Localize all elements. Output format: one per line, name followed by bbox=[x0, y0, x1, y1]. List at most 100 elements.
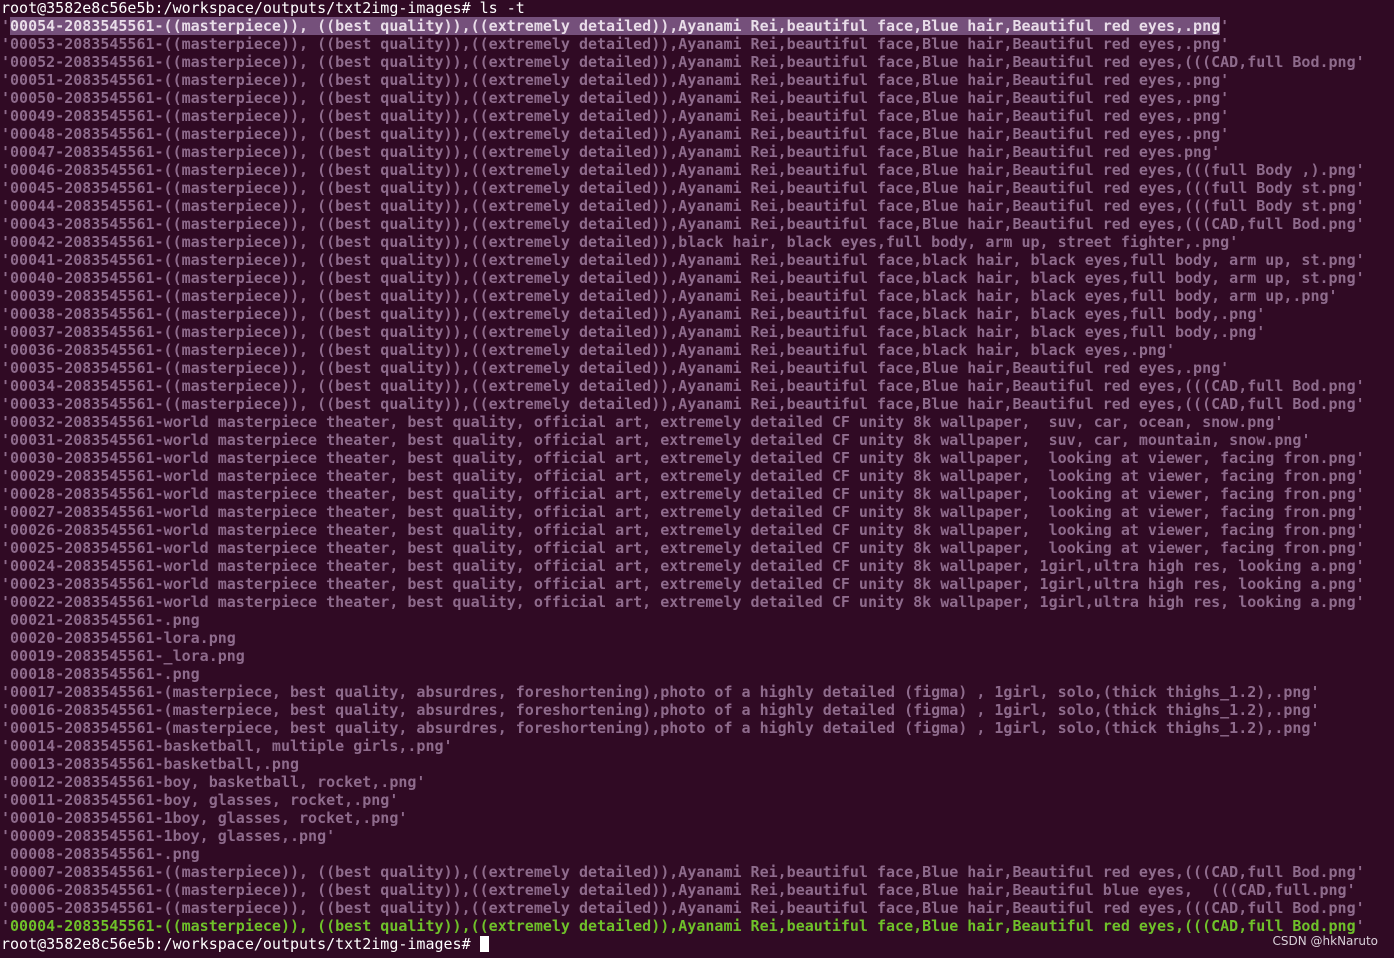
file-name[interactable]: 00021-2083545561-.png bbox=[10, 611, 200, 629]
quote-mark: ' bbox=[1, 773, 11, 791]
file-row: '00044-2083545561-((masterpiece)), ((bes… bbox=[0, 197, 1394, 215]
file-name[interactable]: 00041-2083545561-((masterpiece)), ((best… bbox=[10, 251, 1356, 269]
quote-mark: ' bbox=[1256, 323, 1266, 341]
quote-mark: ' bbox=[1, 179, 11, 197]
quote-mark: ' bbox=[1, 377, 11, 395]
quote-mark: ' bbox=[1, 737, 11, 755]
quote-mark: ' bbox=[1, 683, 11, 701]
file-name[interactable]: 00053-2083545561-((masterpiece)), ((best… bbox=[10, 35, 1220, 53]
file-name[interactable]: 00042-2083545561-((masterpiece)), ((best… bbox=[10, 233, 1229, 251]
quote-mark: ' bbox=[1, 233, 11, 251]
file-name[interactable]: 00046-2083545561-((masterpiece)), ((best… bbox=[10, 161, 1356, 179]
file-name[interactable]: 00045-2083545561-((masterpiece)), ((best… bbox=[10, 179, 1356, 197]
file-name[interactable]: 00020-2083545561-lora.png bbox=[10, 629, 236, 647]
file-name[interactable]: 00031-2083545561-world masterpiece theat… bbox=[10, 431, 1301, 449]
file-row: '00017-2083545561-(masterpiece, best qua… bbox=[0, 683, 1394, 701]
file-name[interactable]: 00048-2083545561-((masterpiece)), ((best… bbox=[10, 125, 1220, 143]
quote-mark: ' bbox=[1, 467, 11, 485]
quote-mark: ' bbox=[1, 593, 11, 611]
file-row: '00027-2083545561-world masterpiece thea… bbox=[0, 503, 1394, 521]
file-name[interactable]: 00037-2083545561-((masterpiece)), ((best… bbox=[10, 323, 1256, 341]
quote-mark: ' bbox=[1, 917, 11, 935]
file-name[interactable]: 00019-2083545561-_lora.png bbox=[10, 647, 245, 665]
quote-mark: ' bbox=[1, 899, 11, 917]
quote-mark: ' bbox=[1, 71, 11, 89]
file-name[interactable]: 00011-2083545561-boy, glasses, rocket,.p… bbox=[10, 791, 389, 809]
file-name[interactable]: 00034-2083545561-((masterpiece)), ((best… bbox=[10, 377, 1356, 395]
quote-mark: ' bbox=[1310, 719, 1320, 737]
file-row: '00023-2083545561-world masterpiece thea… bbox=[0, 575, 1394, 593]
file-row: '00006-2083545561-((masterpiece)), ((bes… bbox=[0, 881, 1394, 899]
quote-mark: ' bbox=[1, 413, 11, 431]
file-name[interactable]: 00039-2083545561-((masterpiece)), ((best… bbox=[10, 287, 1329, 305]
file-name[interactable]: 00016-2083545561-(masterpiece, best qual… bbox=[10, 701, 1310, 719]
file-name[interactable]: 00027-2083545561-world masterpiece theat… bbox=[10, 503, 1356, 521]
file-name[interactable]: 00040-2083545561-((masterpiece)), ((best… bbox=[10, 269, 1356, 287]
file-name[interactable]: 00008-2083545561-.png bbox=[10, 845, 200, 863]
file-name[interactable]: 00036-2083545561-((masterpiece)), ((best… bbox=[10, 341, 1166, 359]
file-row: '00009-2083545561-1boy, glasses,.png' bbox=[0, 827, 1394, 845]
terminal-window[interactable]: root@3582e8c56e5b:/workspace/outputs/txt… bbox=[0, 0, 1394, 958]
file-name[interactable]: 00033-2083545561-((masterpiece)), ((best… bbox=[10, 395, 1356, 413]
quote-mark: ' bbox=[1, 305, 11, 323]
file-row: '00051-2083545561-((masterpiece)), ((bes… bbox=[0, 71, 1394, 89]
file-row: '00010-2083545561-1boy, glasses, rocket,… bbox=[0, 809, 1394, 827]
command-text: ls -t bbox=[470, 0, 525, 17]
file-name[interactable]: 00014-2083545561-basketball, multiple gi… bbox=[10, 737, 443, 755]
quote-mark: ' bbox=[1, 161, 11, 179]
file-name[interactable]: 00025-2083545561-world masterpiece theat… bbox=[10, 539, 1356, 557]
file-listing: ' 00054-2083545561-((masterpiece)), ((bes… bbox=[0, 17, 1394, 935]
quote-mark: ' bbox=[1, 125, 11, 143]
file-name[interactable]: 00023-2083545561-world masterpiece theat… bbox=[10, 575, 1356, 593]
file-name[interactable]: 00049-2083545561-((masterpiece)), ((best… bbox=[10, 107, 1220, 125]
quote-mark: ' bbox=[1274, 413, 1284, 431]
file-name[interactable]: 00054-2083545561-((masterpiece)), ((best… bbox=[10, 17, 1221, 35]
file-row: '00029-2083545561-world masterpiece thea… bbox=[0, 467, 1394, 485]
file-name[interactable]: 00024-2083545561-world masterpiece theat… bbox=[10, 557, 1356, 575]
quote-mark: ' bbox=[1355, 395, 1365, 413]
file-name[interactable]: 00006-2083545561-((masterpiece)), ((best… bbox=[10, 881, 1347, 899]
file-name[interactable]: 00050-2083545561-((masterpiece)), ((best… bbox=[10, 89, 1220, 107]
file-name[interactable]: 00012-2083545561-boy, basketball, rocket… bbox=[10, 773, 416, 791]
file-name[interactable]: 00029-2083545561-world masterpiece theat… bbox=[10, 467, 1356, 485]
quote-mark: ' bbox=[1355, 503, 1365, 521]
quote-mark: ' bbox=[1, 863, 11, 881]
quote-mark: ' bbox=[1220, 125, 1230, 143]
file-name[interactable]: 00038-2083545561-((masterpiece)), ((best… bbox=[10, 305, 1256, 323]
file-name[interactable]: 00015-2083545561-(masterpiece, best qual… bbox=[10, 719, 1310, 737]
file-row: '00037-2083545561-((masterpiece)), ((bes… bbox=[0, 323, 1394, 341]
file-row: '00030-2083545561-world masterpiece thea… bbox=[0, 449, 1394, 467]
file-name[interactable]: 00022-2083545561-world masterpiece theat… bbox=[10, 593, 1356, 611]
file-name[interactable]: 00047-2083545561-((masterpiece)), ((best… bbox=[10, 143, 1211, 161]
current-prompt-line[interactable]: root@3582e8c56e5b:/workspace/outputs/txt… bbox=[0, 935, 1394, 953]
file-name[interactable]: 00035-2083545561-((masterpiece)), ((best… bbox=[10, 359, 1220, 377]
file-row: '00048-2083545561-((masterpiece)), ((bes… bbox=[0, 125, 1394, 143]
quote-mark: ' bbox=[1, 575, 11, 593]
file-row: '00004-2083545561-((masterpiece)), ((bes… bbox=[0, 917, 1394, 935]
file-row: 00018-2083545561-.png bbox=[0, 665, 1394, 683]
file-name[interactable]: 00005-2083545561-((masterpiece)), ((best… bbox=[10, 899, 1356, 917]
file-row: '00034-2083545561-((masterpiece)), ((bes… bbox=[0, 377, 1394, 395]
file-row: '00040-2083545561-((masterpiece)), ((bes… bbox=[0, 269, 1394, 287]
quote-mark: ' bbox=[1355, 485, 1365, 503]
file-row: '00042-2083545561-((masterpiece)), ((bes… bbox=[0, 233, 1394, 251]
file-name[interactable]: 00026-2083545561-world masterpiece theat… bbox=[10, 521, 1356, 539]
quote-mark: ' bbox=[1355, 593, 1365, 611]
file-name[interactable]: 00044-2083545561-((masterpiece)), ((best… bbox=[10, 197, 1356, 215]
file-name[interactable]: 00010-2083545561-1boy, glasses, rocket,.… bbox=[10, 809, 398, 827]
file-name[interactable]: 00009-2083545561-1boy, glasses,.png bbox=[10, 827, 326, 845]
file-name[interactable]: 00052-2083545561-((masterpiece)), ((best… bbox=[10, 53, 1356, 71]
file-name[interactable]: 00032-2083545561-world masterpiece theat… bbox=[10, 413, 1274, 431]
file-name[interactable]: 00051-2083545561-((masterpiece)), ((best… bbox=[10, 71, 1220, 89]
file-name[interactable]: 00013-2083545561-basketball,.png bbox=[10, 755, 299, 773]
file-row: '00007-2083545561-((masterpiece)), ((bes… bbox=[0, 863, 1394, 881]
file-name[interactable]: 00043-2083545561-((masterpiece)), ((best… bbox=[10, 215, 1356, 233]
file-name[interactable]: 00017-2083545561-(masterpiece, best qual… bbox=[10, 683, 1310, 701]
file-name[interactable]: 00018-2083545561-.png bbox=[10, 665, 200, 683]
file-name[interactable]: 00028-2083545561-world masterpiece theat… bbox=[10, 485, 1356, 503]
file-name[interactable]: 00030-2083545561-world masterpiece theat… bbox=[10, 449, 1356, 467]
quote-mark: ' bbox=[1, 359, 11, 377]
file-name[interactable]: 00007-2083545561-((masterpiece)), ((best… bbox=[10, 863, 1356, 881]
file-name[interactable]: 00004-2083545561-((masterpiece)), ((best… bbox=[10, 917, 1356, 935]
quote-mark: ' bbox=[1355, 557, 1365, 575]
